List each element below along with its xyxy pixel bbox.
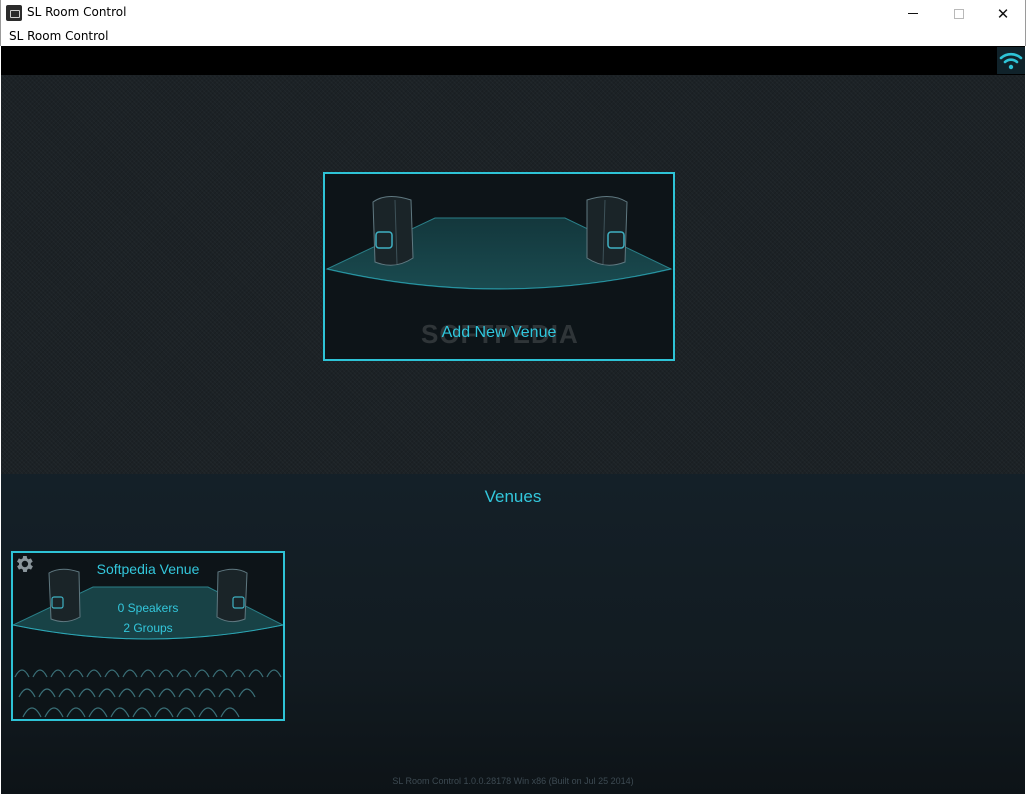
venue-speaker-count: 0 Speakers bbox=[117, 601, 179, 615]
wifi-icon bbox=[999, 52, 1023, 69]
minimize-icon bbox=[908, 13, 918, 14]
window-title: SL Room Control bbox=[27, 5, 127, 19]
close-icon: ✕ bbox=[996, 4, 1010, 23]
wifi-button[interactable] bbox=[997, 47, 1025, 74]
maximize-icon bbox=[954, 8, 964, 19]
speaker-icon bbox=[586, 196, 628, 266]
app-icon bbox=[6, 5, 22, 21]
seat-icon bbox=[14, 669, 282, 678]
close-button[interactable]: ✕ bbox=[980, 0, 1026, 27]
minimize-button[interactable] bbox=[890, 0, 936, 27]
venue-illustration bbox=[13, 568, 283, 718]
venue-group-count: 2 Groups bbox=[123, 621, 173, 635]
venue-card[interactable]: Softpedia Venue 0 Speakers 2 Groups bbox=[11, 551, 285, 721]
app-toolbar bbox=[1, 46, 1025, 75]
menu-item-app[interactable]: SL Room Control bbox=[9, 29, 108, 43]
menu-bar: SL Room Control bbox=[0, 27, 1026, 46]
venues-section-title: Venues bbox=[484, 487, 542, 506]
maximize-button[interactable] bbox=[936, 0, 982, 27]
version-footer: SL Room Control 1.0.0.28178 Win x86 (Bui… bbox=[392, 776, 634, 786]
seat-icon bbox=[22, 707, 240, 718]
window-title-bar: SL Room Control ✕ bbox=[0, 0, 1026, 27]
add-new-venue-label: Add New Venue bbox=[441, 324, 557, 341]
speaker-icon bbox=[372, 196, 414, 266]
venue-name: Softpedia Venue bbox=[96, 561, 200, 577]
add-new-venue-card[interactable]: SOFTPEDIA Add New Venue bbox=[323, 172, 675, 361]
app-area: SOFTPEDIA Add New Venue Venues Softpedia… bbox=[1, 46, 1025, 794]
seat-icon bbox=[18, 688, 256, 698]
gear-icon[interactable] bbox=[13, 553, 35, 575]
